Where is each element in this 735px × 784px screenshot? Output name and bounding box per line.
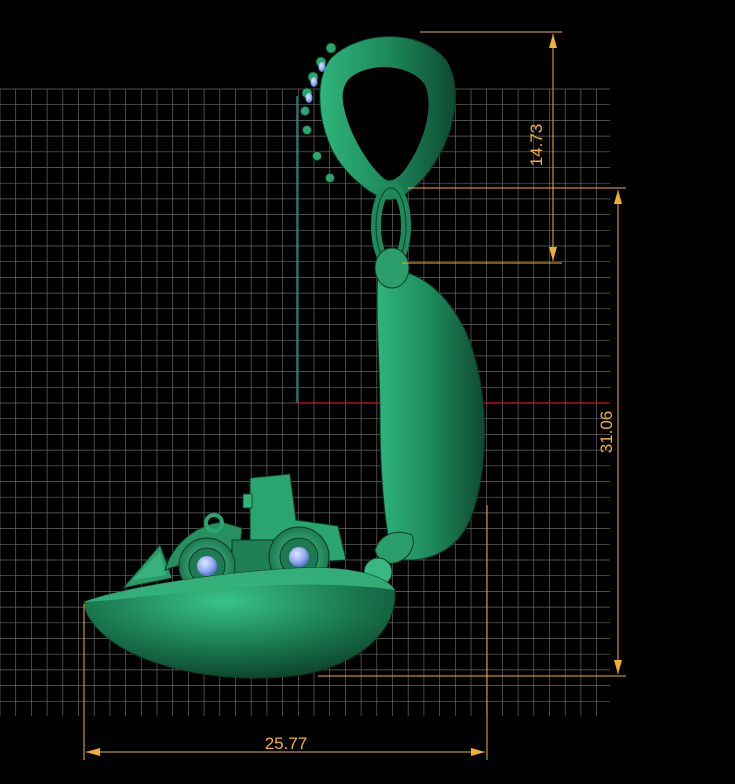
width-label: 25.77 [265, 734, 308, 753]
hinge-ring [374, 247, 410, 289]
total-height-label: 31.06 [597, 411, 616, 454]
cad-viewport[interactable]: 14.73 31.06 25.77 [0, 0, 735, 784]
wheel-gem-left [197, 556, 217, 576]
wheel-gem-right [289, 547, 309, 567]
bail-height-label: 14.73 [527, 124, 546, 167]
